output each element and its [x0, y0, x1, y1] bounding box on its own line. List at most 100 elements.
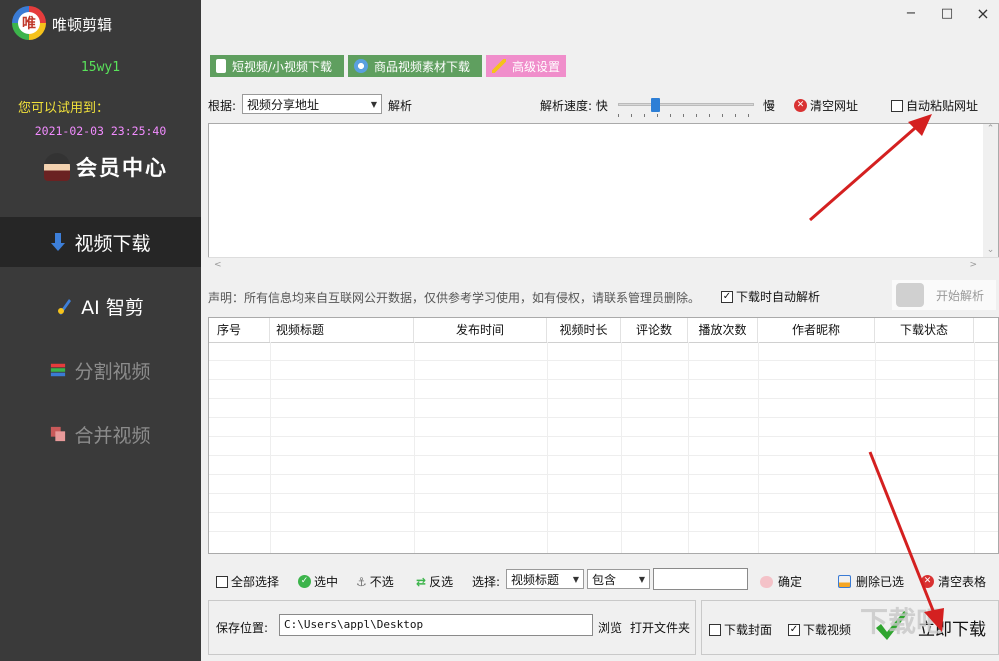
- vip-center-button[interactable]: 会员中心: [44, 152, 168, 182]
- parse-speed-slider[interactable]: [618, 98, 754, 117]
- row-divider: [209, 379, 998, 380]
- col-header-duration[interactable]: 视频时长: [547, 318, 621, 342]
- check-circle-icon: ✓: [298, 575, 311, 588]
- source-select-value: 视频分享地址: [247, 97, 320, 112]
- checkbox-checked-icon: ✓: [721, 290, 733, 303]
- select-checked-button[interactable]: ✓ 选中: [298, 573, 338, 590]
- clear-table-label: 清空表格: [938, 575, 987, 589]
- trial-date: 2021-02-03 23:25:40: [34, 124, 167, 138]
- maximize-button[interactable]: □: [934, 4, 960, 24]
- vip-avatar-icon: [44, 153, 70, 181]
- nav-ai-edit[interactable]: AI 智剪: [0, 281, 201, 331]
- app-window: 唯 唯顿剪辑 15wy1 您可以试用到： 2021-02-03 23:25:40…: [0, 0, 999, 661]
- checkbox-empty-icon: [891, 99, 903, 112]
- product-video-download-button[interactable]: 商品视频素材下载: [348, 55, 482, 77]
- deselect-label: 不选: [369, 575, 394, 589]
- download-arrow-icon: [51, 233, 66, 251]
- parse-label: 解析: [388, 99, 413, 113]
- col-header-comments[interactable]: 评论数: [621, 318, 688, 342]
- invert-selection-button[interactable]: ⇄ 反选: [416, 573, 453, 590]
- row-divider: [209, 455, 998, 456]
- short-video-download-button[interactable]: 短视频/小视频下载: [210, 55, 344, 77]
- parse-speed-label: 解析速度: 快: [540, 99, 608, 113]
- checkbox-empty-icon: [216, 575, 228, 588]
- chevron-down-icon: ▼: [638, 574, 645, 584]
- col-divider: [270, 342, 271, 553]
- auto-parse-label: 下载时自动解析: [736, 290, 821, 304]
- row-divider: [209, 512, 998, 513]
- auto-paste-checkbox[interactable]: 自动粘贴网址: [891, 97, 978, 114]
- col-divider: [688, 342, 689, 553]
- username: 15wy1: [80, 60, 121, 75]
- url-textarea[interactable]: [208, 123, 999, 273]
- row-divider: [209, 493, 998, 494]
- download-video-label: 下载视频: [803, 623, 852, 637]
- vertical-scrollbar[interactable]: ⌃ ⌄: [983, 124, 998, 257]
- deselect-button[interactable]: ⚓ 不选: [356, 573, 394, 590]
- video-table[interactable]: 序号 视频标题 发布时间 视频时长 评论数 播放次数 作者昵称 下载状态: [208, 317, 999, 554]
- select-all-label: 全部选择: [231, 575, 280, 589]
- anchor-icon: ⚓: [356, 574, 367, 589]
- nav-video-download[interactable]: 视频下载: [0, 217, 201, 267]
- clear-url-label: 清空网址: [810, 99, 859, 113]
- nav-split-video[interactable]: 分割视频: [0, 345, 201, 395]
- row-divider: [209, 398, 998, 399]
- browse-button[interactable]: 浏览: [598, 619, 622, 636]
- short-video-download-label: 短视频/小视频下载: [232, 59, 333, 74]
- nav-label: 视频下载: [74, 232, 151, 255]
- delete-selected-label: 删除已选: [856, 575, 905, 589]
- slider-thumb[interactable]: [651, 98, 660, 112]
- slow-label: 慢: [763, 99, 776, 113]
- select-label: 选中: [314, 575, 339, 589]
- clear-url-button[interactable]: ✕ 清空网址: [794, 97, 858, 114]
- open-folder-button[interactable]: 打开文件夹: [630, 619, 690, 636]
- col-header-plays[interactable]: 播放次数: [688, 318, 758, 342]
- col-divider: [875, 342, 876, 553]
- watermark-text: 下载吧: [860, 605, 945, 638]
- nav-merge-video[interactable]: 合并视频: [0, 409, 201, 459]
- col-header-status[interactable]: 下载状态: [875, 318, 974, 342]
- col-header-index[interactable]: 序号: [209, 318, 270, 342]
- save-path-input[interactable]: C:\Users\appl\Desktop: [279, 614, 593, 636]
- confirm-button[interactable]: 确定: [760, 573, 802, 590]
- choose-label: 选择:: [472, 575, 501, 589]
- magic-wand-icon: [492, 59, 506, 73]
- field-select-value: 视频标题: [511, 572, 560, 587]
- download-video-checkbox[interactable]: ✓ 下载视频: [788, 621, 851, 638]
- nav-label: AI 智剪: [81, 296, 144, 319]
- ai-edit-icon: [58, 299, 72, 315]
- clear-icon: ✕: [794, 99, 807, 112]
- parse-icon: [896, 283, 924, 307]
- auto-paste-label: 自动粘贴网址: [906, 99, 979, 113]
- delete-selected-button[interactable]: 删除已选: [838, 573, 904, 590]
- close-button[interactable]: ×: [970, 4, 996, 24]
- auto-parse-on-download-checkbox[interactable]: ✓ 下载时自动解析: [721, 288, 820, 305]
- field-select[interactable]: 视频标题 ▼: [506, 569, 584, 589]
- horizontal-scrollbar[interactable]: < >: [208, 257, 999, 273]
- phone-icon: [216, 59, 226, 73]
- advanced-settings-label: 高级设置: [512, 59, 561, 74]
- hand-icon: [760, 575, 773, 588]
- based-on-label: 根据:: [208, 99, 237, 113]
- swap-icon: ⇄: [416, 574, 427, 589]
- minimize-button[interactable]: −: [898, 4, 924, 24]
- match-select-value: 包含: [592, 572, 617, 587]
- filter-input[interactable]: [653, 568, 748, 590]
- col-header-author[interactable]: 作者昵称: [758, 318, 875, 342]
- nav-label: 合并视频: [74, 424, 151, 447]
- source-select[interactable]: 视频分享地址 ▼: [242, 94, 382, 114]
- col-divider: [547, 342, 548, 553]
- col-header-publish-time[interactable]: 发布时间: [414, 318, 547, 342]
- app-title: 唯顿剪辑: [52, 16, 113, 34]
- col-header-title[interactable]: 视频标题: [270, 318, 414, 342]
- chevron-down-icon: ▼: [572, 574, 579, 584]
- clear-table-button[interactable]: ✕ 清空表格: [921, 573, 986, 590]
- download-cover-checkbox[interactable]: 下载封面: [709, 621, 772, 638]
- start-parse-button[interactable]: 开始解析: [892, 280, 996, 310]
- vip-center-label: 会员中心: [76, 155, 168, 180]
- col-divider: [621, 342, 622, 553]
- header-divider: [209, 342, 998, 343]
- match-select[interactable]: 包含 ▼: [587, 569, 650, 589]
- select-all-checkbox[interactable]: 全部选择: [216, 573, 279, 590]
- advanced-settings-button[interactable]: 高级设置: [486, 55, 566, 77]
